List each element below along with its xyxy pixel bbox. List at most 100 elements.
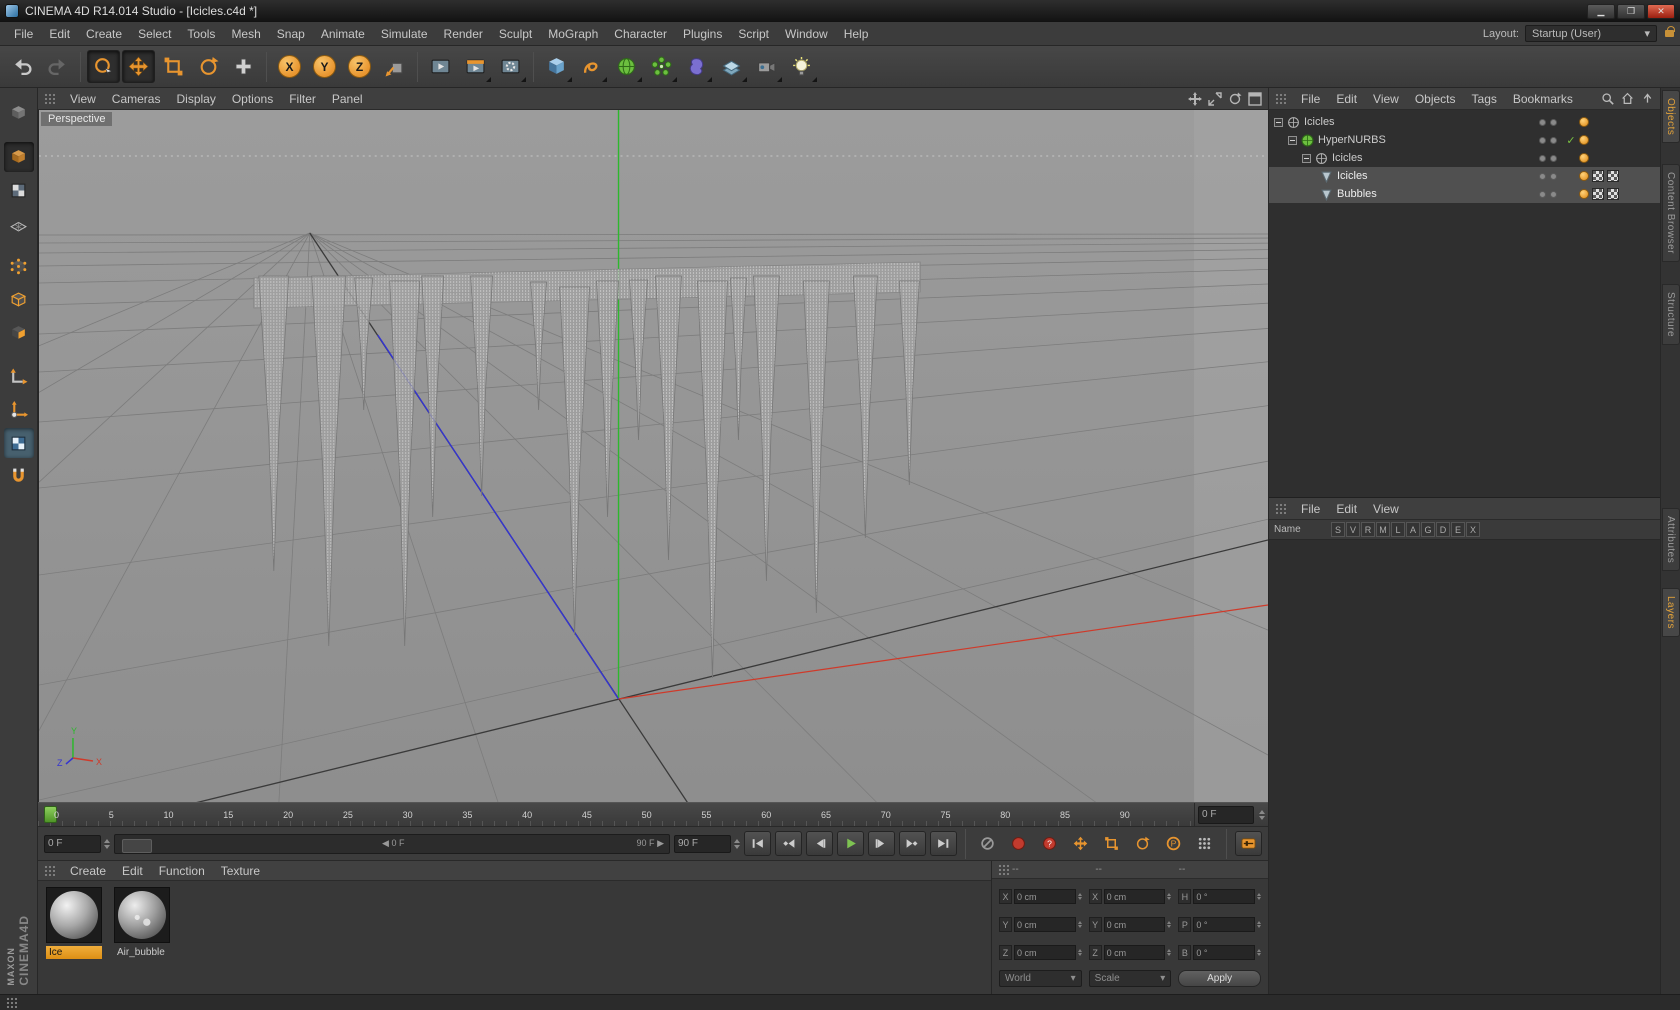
pos-z-field[interactable]: 0 cm	[1014, 945, 1076, 960]
power-slider-thumb[interactable]	[122, 838, 152, 853]
tab-objects[interactable]: Objects	[1662, 90, 1680, 144]
object-label[interactable]: Icicles	[1337, 170, 1368, 182]
pan-view-icon[interactable]	[1188, 91, 1202, 106]
viewport-menu-item[interactable]: Panel	[324, 89, 371, 109]
range-start-field[interactable]: 0 F	[44, 834, 101, 853]
layer-column-header[interactable]: L	[1391, 522, 1405, 537]
object-label[interactable]: Icicles	[1332, 152, 1363, 164]
layer-column-header[interactable]: D	[1436, 522, 1450, 537]
layer-column-header[interactable]: X	[1466, 522, 1480, 537]
size-x-field[interactable]: 0 cm	[1103, 889, 1166, 904]
texture-tag-icon[interactable]	[1607, 170, 1619, 182]
coordinate-system-button[interactable]	[378, 50, 411, 83]
material-name[interactable]: Air_bubble	[114, 946, 170, 959]
stepper[interactable]	[1077, 893, 1082, 900]
pos-x-field[interactable]: 0 cm	[1014, 889, 1076, 904]
texture-axis-mode-button[interactable]	[3, 428, 34, 458]
object-manager-menu-item[interactable]: Objects	[1407, 89, 1464, 109]
material-thumbnail[interactable]	[114, 887, 170, 943]
material-tag-icon[interactable]	[1579, 153, 1589, 163]
menu-item[interactable]: Help	[836, 24, 877, 44]
camera-label[interactable]: Perspective	[41, 112, 113, 126]
layer-column-header[interactable]: E	[1451, 522, 1465, 537]
menu-item[interactable]: Create	[78, 24, 130, 44]
stepper[interactable]	[1256, 949, 1261, 956]
object-label[interactable]: Bubbles	[1337, 188, 1377, 200]
material-item[interactable]: Ice	[46, 887, 104, 959]
editor-visibility-dot[interactable]	[1539, 136, 1546, 144]
panel-grip-icon[interactable]	[44, 865, 55, 876]
stepper[interactable]	[1167, 893, 1172, 900]
pos-y-field[interactable]: 0 cm	[1014, 917, 1076, 932]
add-environment-button[interactable]	[715, 50, 748, 83]
autokey-button[interactable]	[1005, 831, 1032, 856]
stepper[interactable]	[1256, 921, 1261, 928]
menu-item[interactable]: Character	[606, 24, 675, 44]
layer-column-header[interactable]: A	[1406, 522, 1420, 537]
path-up-icon[interactable]	[1641, 92, 1654, 105]
polygons-mode-button[interactable]	[4, 318, 34, 348]
layer-manager-menu-item[interactable]: View	[1365, 499, 1407, 519]
rot-p-field[interactable]: 0 °	[1193, 917, 1255, 932]
editor-visibility-dot[interactable]	[1539, 172, 1546, 180]
layer-column-header[interactable]: M	[1376, 522, 1390, 537]
collapse-icon[interactable]	[1274, 117, 1283, 127]
menu-item[interactable]: Mesh	[223, 24, 268, 44]
lock-y-axis-button[interactable]: Y	[308, 50, 341, 83]
tab-layers[interactable]: Layers	[1662, 588, 1680, 638]
size-y-field[interactable]: 0 cm	[1103, 917, 1166, 932]
add-generator-button[interactable]	[610, 50, 643, 83]
layer-manager-body[interactable]	[1269, 540, 1660, 994]
goto-start-button[interactable]	[744, 831, 771, 856]
search-icon[interactable]	[1601, 92, 1614, 105]
editor-visibility-dot[interactable]	[1539, 190, 1546, 198]
add-cube-button[interactable]	[540, 50, 573, 83]
texture-mode-button[interactable]	[4, 175, 34, 205]
render-visibility-dot[interactable]	[1550, 172, 1557, 180]
menu-item[interactable]: Script	[730, 24, 777, 44]
render-visibility-dot[interactable]	[1550, 154, 1557, 162]
points-mode-button[interactable]	[4, 252, 34, 282]
menu-item[interactable]: Sculpt	[491, 24, 540, 44]
object-row-bubbles[interactable]: Bubbles	[1269, 185, 1660, 203]
texture-tag-icon[interactable]	[1592, 170, 1604, 182]
range-start-stepper[interactable]	[104, 838, 110, 849]
add-camera-button[interactable]	[750, 50, 783, 83]
texture-tag-icon[interactable]	[1592, 188, 1604, 200]
material-menu-item[interactable]: Function	[151, 861, 213, 881]
tab-content-browser[interactable]: Content Browser	[1662, 164, 1680, 262]
key-position-toggle[interactable]	[1067, 831, 1094, 856]
editor-visibility-dot[interactable]	[1539, 118, 1546, 126]
key-rotation-toggle[interactable]	[1129, 831, 1156, 856]
workplane-mode-button[interactable]	[4, 208, 34, 238]
edges-mode-button[interactable]	[4, 285, 34, 315]
restore-button[interactable]: ❐	[1617, 3, 1645, 19]
layer-manager-menu-item[interactable]: File	[1293, 499, 1328, 519]
axis-mode-button[interactable]	[4, 362, 34, 392]
add-deformer-button[interactable]	[680, 50, 713, 83]
apply-button[interactable]: Apply	[1178, 970, 1261, 987]
object-manager-menu-item[interactable]: Tags	[1464, 89, 1505, 109]
stepper[interactable]	[1077, 921, 1082, 928]
move-tool-button[interactable]	[122, 50, 155, 83]
object-row-icicles-root[interactable]: Icicles	[1269, 113, 1660, 131]
object-manager-menu-item[interactable]: File	[1293, 89, 1328, 109]
render-settings-button[interactable]	[494, 50, 527, 83]
lock-z-axis-button[interactable]: Z	[343, 50, 376, 83]
rot-h-field[interactable]: 0 °	[1193, 889, 1255, 904]
model-mode-button[interactable]	[3, 142, 34, 172]
panel-grip-icon[interactable]	[1275, 503, 1286, 514]
menu-item[interactable]: Animate	[313, 24, 373, 44]
add-modeling-object-button[interactable]	[645, 50, 678, 83]
zoom-view-icon[interactable]	[1208, 91, 1222, 106]
previous-key-button[interactable]	[775, 831, 802, 856]
object-label[interactable]: HyperNURBS	[1318, 134, 1386, 146]
next-key-button[interactable]	[899, 831, 926, 856]
stepper[interactable]	[1167, 949, 1172, 956]
layout-select[interactable]: Startup (User) ▾	[1525, 25, 1657, 42]
menu-item[interactable]: Render	[436, 24, 491, 44]
render-picture-viewer-button[interactable]	[459, 50, 492, 83]
viewport-canvas[interactable]: Y X Z Perspective	[38, 110, 1268, 802]
material-thumbnail[interactable]	[46, 887, 102, 943]
editor-visibility-dot[interactable]	[1539, 154, 1546, 162]
